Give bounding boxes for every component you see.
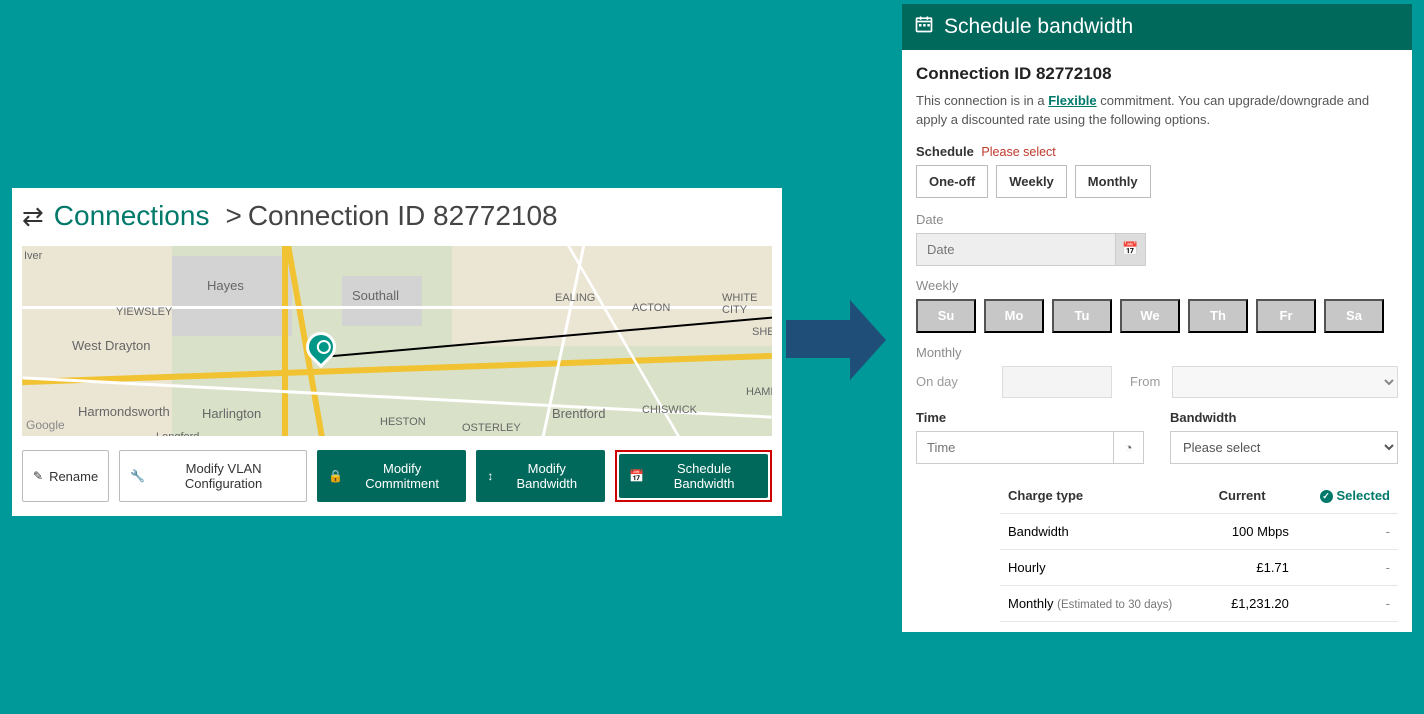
wrench-icon: 🔧: [130, 469, 145, 483]
breadcrumb-separator: >: [225, 200, 241, 232]
map-label: ACTON: [632, 302, 670, 314]
updown-icon: ↕: [487, 469, 493, 483]
weekday-selector: Su Mo Tu We Th Fr Sa: [916, 299, 1398, 333]
tab-weekly[interactable]: Weekly: [996, 165, 1067, 198]
tab-monthly[interactable]: Monthly: [1075, 165, 1151, 198]
modify-commitment-label: Modify Commitment: [349, 461, 455, 491]
onday-input[interactable]: [1002, 366, 1112, 398]
day-we[interactable]: We: [1120, 299, 1180, 333]
breadcrumb-current: Connection ID 82772108: [248, 200, 558, 232]
map-label: Iver: [24, 250, 42, 262]
connection-map[interactable]: Iver Hayes Southall EALING West Drayton …: [22, 246, 772, 436]
col-charge-type: Charge type: [1000, 478, 1211, 514]
schedule-bandwidth-highlight: 📅 Schedule Bandwidth: [615, 450, 772, 502]
table-row: Hourly £1.71 -: [1000, 549, 1398, 585]
calendar-icon: 📅: [629, 469, 644, 483]
charge-table: Charge type Current ✓Selected Bandwidth …: [1000, 478, 1398, 622]
map-label: Harmondsworth: [78, 404, 170, 419]
map-label: West Drayton: [72, 338, 151, 353]
connection-toolbar: ✎ Rename 🔧 Modify VLAN Configuration 🔒 M…: [12, 436, 782, 516]
check-icon: ✓: [1320, 490, 1333, 503]
from-select[interactable]: [1172, 366, 1398, 398]
table-row: Bandwidth 100 Mbps -: [1000, 513, 1398, 549]
pencil-icon: ✎: [33, 469, 43, 483]
rename-button-label: Rename: [49, 469, 98, 484]
map-label: Hayes: [207, 278, 244, 293]
clock-icon: ◔: [1125, 440, 1133, 455]
bandwidth-label: Bandwidth: [1170, 410, 1398, 425]
bandwidth-select[interactable]: Please select: [1170, 431, 1398, 464]
rename-button[interactable]: ✎ Rename: [22, 450, 109, 502]
from-label: From: [1130, 374, 1160, 389]
day-su[interactable]: Su: [916, 299, 976, 333]
date-input[interactable]: [916, 233, 1116, 266]
panel-header: Schedule bandwidth: [902, 4, 1412, 50]
exchange-icon: ⇄: [22, 201, 44, 232]
date-picker-button[interactable]: 📅: [1116, 233, 1146, 266]
weekly-label: Weekly: [916, 278, 1398, 293]
date-input-group: 📅: [916, 233, 1398, 266]
table-row: Monthly (Estimated to 30 days) £1,231.20…: [1000, 585, 1398, 621]
date-label: Date: [916, 212, 1398, 227]
map-label: YIEWSLEY: [116, 306, 172, 318]
map-label: SHEPHE: [752, 326, 772, 338]
modify-vlan-button[interactable]: 🔧 Modify VLAN Configuration: [119, 450, 307, 502]
map-label: Southall: [352, 288, 399, 303]
map-label: EALING: [555, 292, 595, 304]
monthly-label: Monthly: [916, 345, 1398, 360]
tab-oneoff[interactable]: One-off: [916, 165, 988, 198]
day-fr[interactable]: Fr: [1256, 299, 1316, 333]
modify-commitment-button[interactable]: 🔒 Modify Commitment: [317, 450, 466, 502]
modify-bandwidth-button[interactable]: ↕ Modify Bandwidth: [476, 450, 605, 502]
time-picker-button[interactable]: ◔: [1114, 431, 1144, 464]
col-selected: ✓Selected: [1297, 478, 1398, 514]
schedule-tabs: One-off Weekly Monthly: [916, 165, 1398, 198]
time-label: Time: [916, 410, 1144, 425]
modify-vlan-label: Modify VLAN Configuration: [151, 461, 296, 491]
connection-detail-panel: ⇄ Connections > Connection ID 82772108 I…: [12, 188, 782, 516]
calendar-icon: [914, 14, 934, 40]
breadcrumb-link-connections[interactable]: Connections: [54, 200, 210, 232]
day-th[interactable]: Th: [1188, 299, 1248, 333]
day-mo[interactable]: Mo: [984, 299, 1044, 333]
breadcrumb: ⇄ Connections > Connection ID 82772108: [12, 188, 782, 246]
map-label: WHITE CITY: [722, 292, 772, 316]
schedule-bandwidth-panel: Schedule bandwidth Connection ID 8277210…: [902, 4, 1412, 632]
day-tu[interactable]: Tu: [1052, 299, 1112, 333]
panel-title: Schedule bandwidth: [944, 15, 1133, 39]
schedule-bandwidth-label: Schedule Bandwidth: [650, 461, 758, 491]
schedule-label: Schedule Please select: [916, 144, 1398, 159]
map-label: Brentford: [552, 406, 605, 421]
calendar-icon: 📅: [1122, 241, 1138, 257]
flexible-link[interactable]: Flexible: [1048, 93, 1096, 108]
time-input[interactable]: [916, 431, 1114, 464]
map-label: Harlington: [202, 406, 261, 421]
modify-bandwidth-label: Modify Bandwidth: [499, 461, 594, 491]
schedule-bandwidth-button[interactable]: 📅 Schedule Bandwidth: [619, 454, 768, 498]
google-attribution: Google: [26, 418, 65, 432]
map-label: HAMMER: [746, 386, 772, 398]
lock-icon: 🔒: [328, 469, 343, 483]
connection-id-heading: Connection ID 82772108: [916, 64, 1398, 84]
map-label: Longford: [156, 431, 199, 436]
map-label: CHISWICK: [642, 404, 697, 416]
connection-description: This connection is in a Flexible commitm…: [916, 92, 1398, 130]
day-sa[interactable]: Sa: [1324, 299, 1384, 333]
col-current: Current: [1211, 478, 1297, 514]
map-label: OSTERLEY: [462, 422, 521, 434]
map-label: HESTON: [380, 416, 426, 428]
onday-label: On day: [916, 374, 990, 389]
schedule-error: Please select: [981, 145, 1055, 159]
